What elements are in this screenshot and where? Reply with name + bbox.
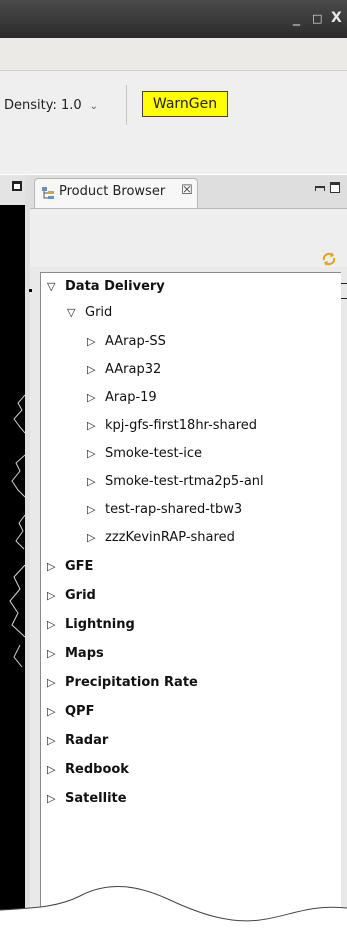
refresh-icon[interactable] bbox=[320, 250, 338, 268]
window-titlebar: _ □ X bbox=[0, 0, 347, 38]
tree-item-qpf[interactable]: ▷ QPF bbox=[47, 701, 94, 723]
collapsed-twisty-icon[interactable]: ▷ bbox=[47, 701, 65, 723]
tree-item-label: zzzKevinRAP-shared bbox=[105, 530, 235, 545]
warngen-button[interactable]: WarnGen bbox=[142, 91, 228, 117]
collapsed-twisty-icon[interactable]: ▷ bbox=[87, 359, 105, 381]
tree-item-label: Radar bbox=[65, 733, 109, 748]
tree-item-label: Maps bbox=[65, 646, 104, 661]
tree-item-label: Grid bbox=[65, 588, 96, 603]
tree-item-radar[interactable]: ▷ Radar bbox=[47, 730, 108, 752]
tree-item-label: Precipitation Rate bbox=[65, 675, 198, 690]
tree-item-label: AArap32 bbox=[105, 362, 162, 377]
collapsed-twisty-icon[interactable]: ▷ bbox=[87, 527, 105, 549]
tree-item-grid-model[interactable]: ▷ test-rap-shared-tbw3 bbox=[87, 499, 242, 521]
tree-item-label: GFE bbox=[65, 559, 94, 574]
tree-item-grid-model[interactable]: ▷ kpj-gfs-first18hr-shared bbox=[87, 415, 257, 437]
minimize-button[interactable]: _ bbox=[293, 10, 300, 26]
map-display[interactable] bbox=[0, 205, 25, 910]
tree-item-label: Arap-19 bbox=[105, 390, 157, 405]
tree-item-satellite[interactable]: ▷ Satellite bbox=[47, 788, 127, 810]
tree-item-label: Satellite bbox=[65, 791, 127, 806]
toolbar-separator bbox=[126, 85, 127, 125]
collapsed-twisty-icon[interactable]: ▷ bbox=[47, 730, 65, 752]
tree-item-grid-model[interactable]: ▷ AArap32 bbox=[87, 359, 161, 381]
tree-item-label: Redbook bbox=[65, 762, 129, 777]
product-browser-icon bbox=[42, 187, 54, 199]
expanded-twisty-icon[interactable]: ▽ bbox=[47, 276, 65, 298]
tab-product-browser[interactable]: Product Browser ☒ bbox=[34, 178, 198, 208]
map-outline-graphic bbox=[9, 394, 25, 668]
tree-item-redbook[interactable]: ▷ Redbook bbox=[47, 759, 129, 781]
tree-item-lightning[interactable]: ▷ Lightning bbox=[47, 614, 135, 636]
maximize-view-icon[interactable] bbox=[12, 181, 22, 191]
tree-item-label: AArap-SS bbox=[105, 334, 166, 349]
tree-item-label: kpj-gfs-first18hr-shared bbox=[105, 418, 258, 433]
collapsed-twisty-icon[interactable]: ▷ bbox=[87, 387, 105, 409]
tree-item-data-delivery[interactable]: ▽ Data Delivery bbox=[47, 276, 165, 298]
tree-item-label: Lightning bbox=[65, 617, 135, 632]
collapsed-twisty-icon[interactable]: ▷ bbox=[47, 585, 65, 607]
product-browser-tabstrip: Product Browser ☒ bbox=[30, 175, 347, 209]
torn-edge-graphic bbox=[0, 885, 347, 940]
tree-item-grid-model[interactable]: ▷ Smoke-test-ice bbox=[87, 443, 202, 465]
menu-bar bbox=[0, 38, 347, 71]
tree-item-label: Smoke-test-rtma2p5-anl bbox=[105, 474, 264, 489]
collapsed-twisty-icon[interactable]: ▷ bbox=[87, 331, 105, 353]
map-dot bbox=[29, 289, 32, 292]
collapsed-twisty-icon[interactable]: ▷ bbox=[47, 672, 65, 694]
tree-item-label: test-rap-shared-tbw3 bbox=[105, 502, 243, 517]
collapsed-twisty-icon[interactable]: ▷ bbox=[47, 759, 65, 781]
product-browser-tab-label: Product Browser bbox=[59, 184, 166, 199]
tree-item-label: Data Delivery bbox=[65, 279, 165, 294]
collapsed-twisty-icon[interactable]: ▷ bbox=[47, 643, 65, 665]
collapsed-twisty-icon[interactable]: ▷ bbox=[47, 788, 65, 810]
tree-item-label: Smoke-test-ice bbox=[105, 446, 203, 461]
tree-item-label: QPF bbox=[65, 704, 95, 719]
close-tab-icon[interactable]: ☒ bbox=[181, 183, 193, 198]
collapsed-twisty-icon[interactable]: ▷ bbox=[87, 499, 105, 521]
collapsed-twisty-icon[interactable]: ▷ bbox=[87, 415, 105, 437]
collapsed-twisty-icon[interactable]: ▷ bbox=[47, 614, 65, 636]
density-label: Density: 1.0 bbox=[4, 98, 82, 113]
expanded-twisty-icon[interactable]: ▽ bbox=[67, 302, 85, 324]
product-tree: ▽ Data Delivery ▽ Grid ▷ AArap-SS ▷ AArap32 … bbox=[40, 272, 341, 918]
tree-item-grid[interactable]: ▷ Grid bbox=[47, 585, 96, 607]
main-toolbar: Density: 1.0 ⌄ WarnGen bbox=[0, 71, 347, 174]
tree-item-maps[interactable]: ▷ Maps bbox=[47, 643, 104, 665]
tree-item-grid-model[interactable]: ▷ Smoke-test-rtma2p5-anl bbox=[87, 471, 264, 493]
maximize-view-icon[interactable] bbox=[330, 182, 340, 193]
tree-item-gfe[interactable]: ▷ GFE bbox=[47, 556, 93, 578]
collapsed-twisty-icon[interactable]: ▷ bbox=[47, 556, 65, 578]
minimize-view-icon[interactable] bbox=[315, 186, 325, 191]
density-dropdown[interactable]: Density: 1.0 ⌄ bbox=[4, 95, 98, 117]
collapsed-twisty-icon[interactable]: ▷ bbox=[87, 443, 105, 465]
tree-item-grid-model[interactable]: ▷ zzzKevinRAP-shared bbox=[87, 527, 235, 549]
maximize-button[interactable]: □ bbox=[312, 11, 322, 27]
collapsed-twisty-icon[interactable]: ▷ bbox=[87, 471, 105, 493]
product-browser-toolbar bbox=[30, 209, 347, 267]
close-window-button[interactable]: X bbox=[331, 10, 342, 26]
chevron-down-icon: ⌄ bbox=[89, 101, 99, 112]
tree-item-precipitation-rate[interactable]: ▷ Precipitation Rate bbox=[47, 672, 198, 694]
tree-item-data-delivery-grid[interactable]: ▽ Grid bbox=[67, 302, 112, 324]
tree-item-label: Grid bbox=[85, 305, 113, 320]
tree-item-grid-model[interactable]: ▷ AArap-SS bbox=[87, 331, 166, 353]
tree-item-grid-model[interactable]: ▷ Arap-19 bbox=[87, 387, 157, 409]
